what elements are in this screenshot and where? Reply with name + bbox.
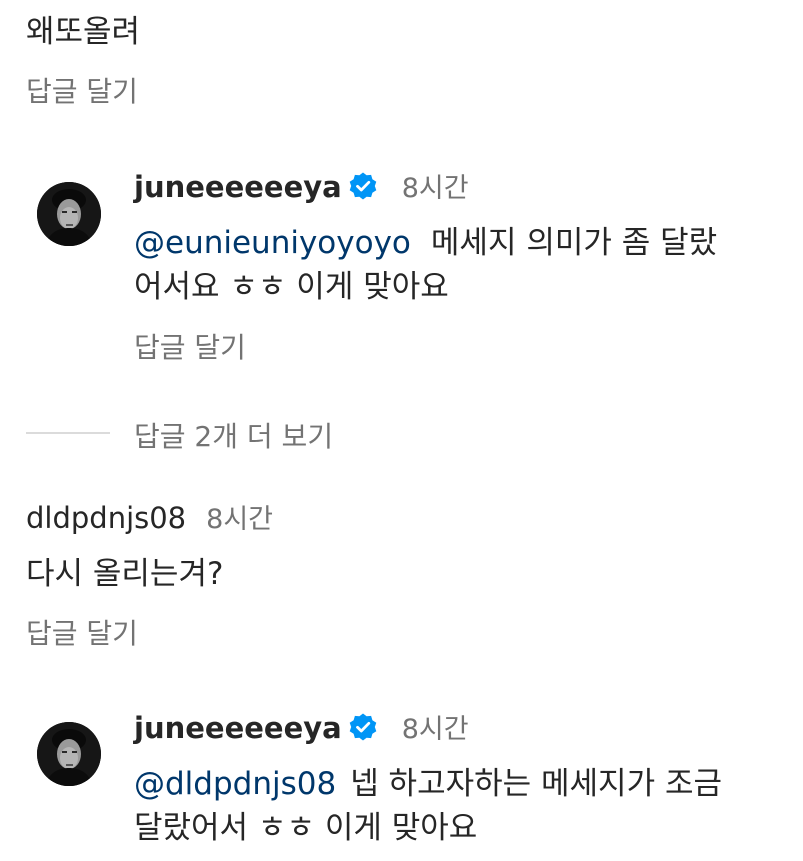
comment-text: 달랐어서 ㅎㅎ 이게 맞아요 [134, 810, 478, 846]
username[interactable]: juneeeeeeya [134, 170, 342, 204]
avatar-portrait-icon [37, 722, 101, 786]
comment-header: juneeeeeeya 8시간 [134, 707, 469, 746]
comment-text: 다시 올리는겨? [26, 556, 224, 592]
comment-text: 메세지 의미가 좀 달랐 [430, 225, 718, 261]
timestamp: 8시간 [401, 714, 469, 745]
comment-text: 왜또올려 [26, 14, 141, 50]
replies-divider [26, 432, 110, 434]
reply-button[interactable]: 답글 달기 [26, 70, 138, 110]
comment-text-line: @eunieuniyoyoyo 메세지 의미가 좀 달랐 [134, 220, 717, 266]
avatar[interactable] [37, 182, 101, 246]
comment-text-line: @dldpdnjs08 넵 하고자하는 메세지가 조금 [134, 761, 722, 807]
reply-button[interactable]: 답글 달기 [26, 612, 138, 652]
mention-link[interactable]: @eunieuniyoyoyo [134, 225, 411, 261]
verified-badge-icon [349, 713, 377, 741]
comment-header: dldpdnjs08 8시간 [26, 497, 273, 536]
username[interactable]: juneeeeeeya [134, 711, 342, 745]
username[interactable]: dldpdnjs08 [26, 501, 186, 535]
timestamp: 8시간 [401, 173, 469, 204]
comment-text: 어서요 ㅎㅎ 이게 맞아요 [134, 269, 449, 305]
reply-button[interactable]: 답글 달기 [134, 326, 246, 366]
avatar[interactable] [37, 722, 101, 786]
avatar-portrait-icon [37, 182, 101, 246]
verified-badge-icon [349, 172, 377, 200]
timestamp: 8시간 [206, 504, 273, 535]
view-more-replies-button[interactable]: 답글 2개 더 보기 [134, 415, 333, 455]
mention-link[interactable]: @dldpdnjs08 [134, 766, 336, 802]
comment-header: juneeeeeeya 8시간 [134, 166, 469, 205]
comment-text: 넵 하고자하는 메세지가 조금 [350, 766, 722, 802]
